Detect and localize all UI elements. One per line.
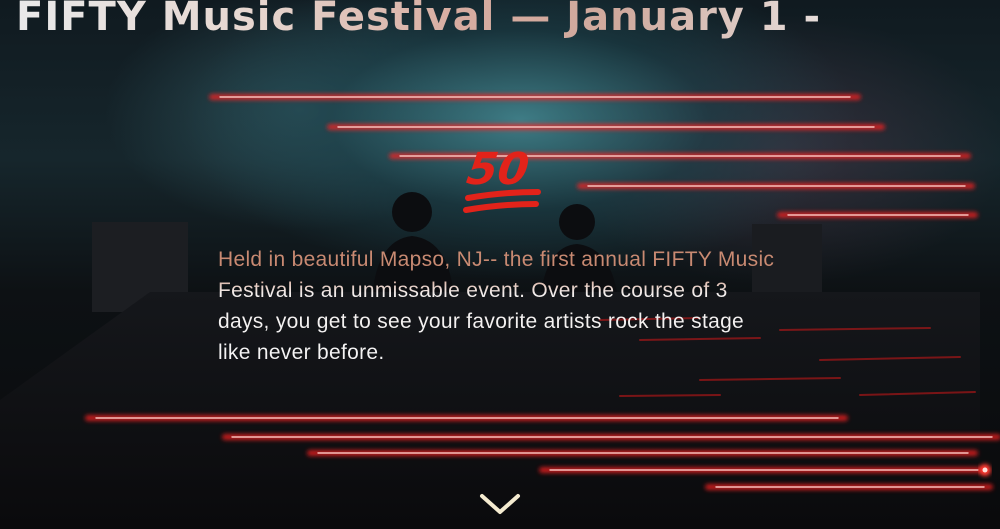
chevron-down-icon[interactable] xyxy=(476,488,524,520)
festival-intro-text: Held in beautiful Mapso, NJ-- the first … xyxy=(218,244,778,368)
hundred-points-emoji-icon: 50 xyxy=(463,144,541,213)
page-title: FIFTY Music Festival — January 1 - xyxy=(16,0,821,40)
badge-number: 50 xyxy=(464,144,532,195)
hero-section: FIFTY Music Festival — January 1 - 50 He… xyxy=(0,0,1000,529)
